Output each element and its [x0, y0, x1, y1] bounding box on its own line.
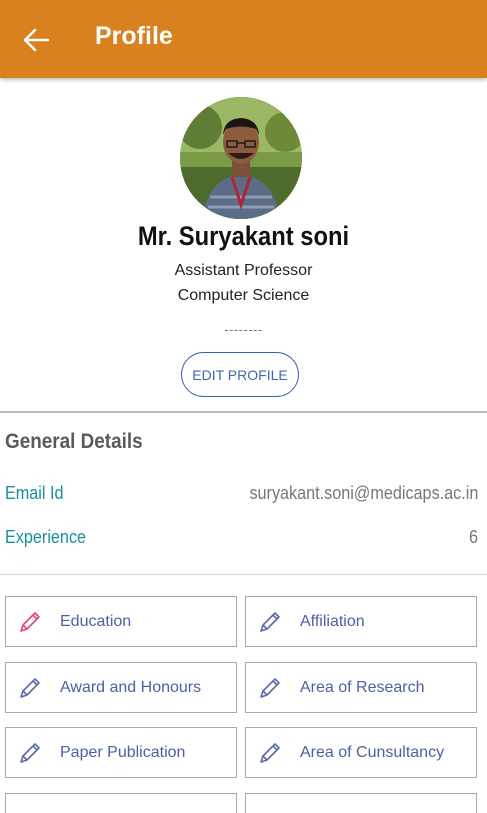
experience-label: Experience [5, 527, 87, 547]
tile-paper-publication[interactable]: Paper Publication [5, 727, 237, 778]
experience-value: 6 [468, 527, 478, 547]
pencil-icon [260, 743, 280, 763]
section-divider [0, 411, 487, 413]
general-details-title: General Details [5, 430, 143, 453]
email-label: Email Id [5, 483, 64, 503]
pencil-icon [20, 612, 40, 632]
profile-designation: Assistant Professor [174, 262, 313, 279]
avatar [180, 97, 302, 219]
profile-name: Mr. Suryakant soni [137, 221, 350, 251]
tile-partial[interactable] [5, 793, 237, 813]
tile-area-of-research[interactable]: Area of Research [245, 662, 477, 713]
tile-label: Education [60, 613, 132, 630]
tile-label: Area of Cunsultancy [300, 744, 445, 761]
pencil-icon [260, 612, 280, 632]
tile-partial[interactable] [245, 793, 477, 813]
arrow-left-icon[interactable] [22, 27, 50, 53]
pencil-icon [20, 743, 40, 763]
profile-department: Computer Science [177, 287, 310, 304]
email-value: suryakant.soni@medicaps.ac.in [249, 483, 478, 503]
edit-profile-button[interactable]: EDIT PROFILE [181, 352, 299, 397]
tile-label: Paper Publication [60, 744, 186, 761]
pencil-icon [20, 678, 40, 698]
tile-label: Award and Honours [60, 679, 202, 696]
section-divider [0, 574, 487, 575]
pencil-icon [260, 678, 280, 698]
tile-affiliation[interactable]: Affiliation [245, 596, 477, 647]
page-title: Profile [95, 22, 173, 50]
app-bar: Profile [0, 0, 487, 78]
tile-award-and-honours[interactable]: Award and Honours [5, 662, 237, 713]
tile-label: Affiliation [300, 613, 365, 630]
tile-area-of-consultancy[interactable]: Area of Cunsultancy [245, 727, 477, 778]
tile-label: Area of Research [300, 679, 425, 696]
profile-separator: -------- [224, 322, 263, 337]
tile-education[interactable]: Education [5, 596, 237, 647]
